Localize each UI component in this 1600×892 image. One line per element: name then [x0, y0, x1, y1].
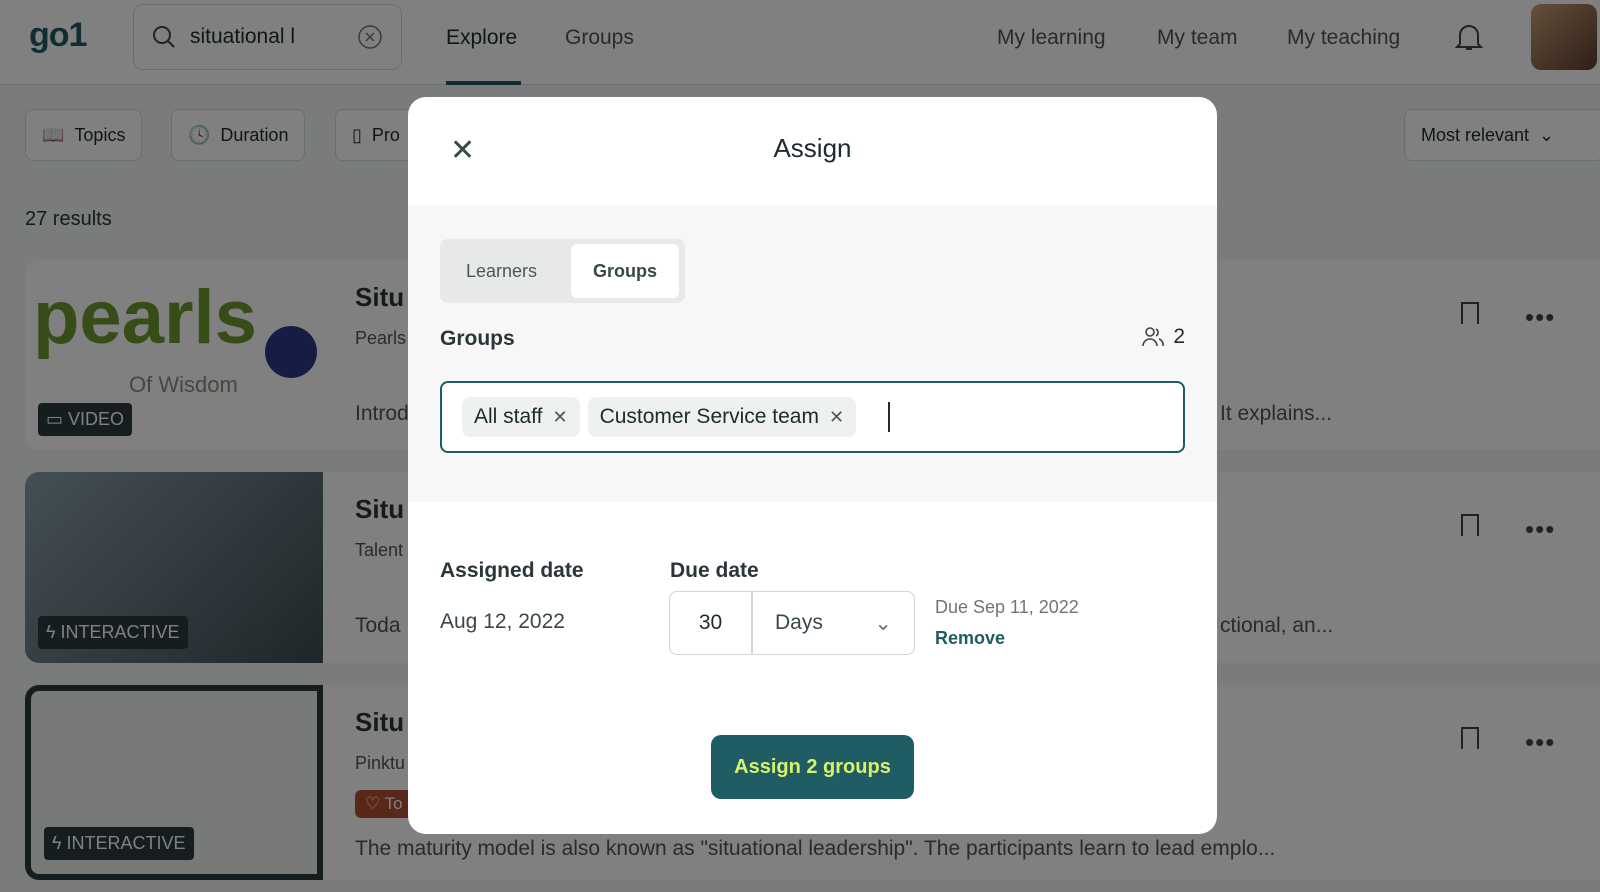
user-avatar[interactable]	[1531, 4, 1597, 70]
group-chip: All staff ✕	[462, 397, 580, 437]
due-unit-value: Days	[775, 611, 823, 634]
badge-label: INTERACTIVE	[60, 622, 180, 642]
sort-label: Most relevant	[1421, 124, 1530, 145]
course-provider: Talent	[355, 540, 404, 560]
course-thumbnail: ϟ INTERACTIVE	[25, 685, 323, 880]
course-tag: ♡ To	[355, 790, 413, 818]
groups-count: 2	[1141, 325, 1185, 349]
book-icon: 📖	[42, 124, 65, 145]
tab-groups[interactable]: Groups	[571, 244, 680, 298]
interactive-badge: ϟ INTERACTIVE	[44, 827, 194, 860]
bookmark-icon[interactable]	[1461, 514, 1479, 536]
course-provider: Pinktu	[355, 753, 406, 773]
more-options-icon[interactable]: •••	[1525, 727, 1555, 758]
users-icon	[1142, 327, 1165, 347]
search-icon	[153, 26, 175, 48]
lightning-icon: ϟ	[46, 622, 61, 642]
group-chip: Customer Service team ✕	[587, 397, 857, 437]
logo-sphere	[265, 326, 317, 378]
bookmark-icon[interactable]	[1461, 727, 1479, 749]
active-tab-indicator	[446, 81, 521, 85]
bell-icon[interactable]	[1455, 22, 1483, 52]
video-badge: ▭ VIDEO	[38, 403, 133, 436]
course-desc: The maturity model is also known as "sit…	[355, 837, 1276, 860]
top-header: go1 situational l Explore Groups My lear…	[0, 0, 1600, 85]
filter-duration[interactable]: 🕓 Duration	[171, 109, 306, 161]
search-box[interactable]: situational l	[133, 4, 402, 70]
due-date-label: Due date	[670, 559, 759, 582]
course-desc-end: It explains...	[1220, 402, 1333, 425]
clear-search-icon[interactable]	[357, 24, 383, 50]
count-value: 2	[1173, 325, 1185, 348]
pearls-logo-subtitle: Of Wisdom	[129, 372, 238, 397]
course-title[interactable]: Situ	[355, 282, 404, 313]
filter-topics[interactable]: 📖 Topics	[25, 109, 143, 161]
assigned-date-value: Aug 12, 2022	[440, 610, 565, 633]
due-unit-select[interactable]: Days ⌄	[753, 592, 914, 654]
remove-chip-icon[interactable]: ✕	[829, 407, 844, 428]
assign-type-toggle: Learners Groups	[440, 239, 685, 303]
search-input[interactable]: situational l	[190, 25, 343, 49]
nav-my-learning[interactable]: My learning	[997, 26, 1106, 50]
pearls-logo-text: pearls	[33, 275, 257, 360]
lightning-icon: ϟ	[52, 833, 67, 853]
sort-dropdown[interactable]: Most relevant ⌄	[1404, 109, 1600, 161]
interactive-badge: ϟ INTERACTIVE	[38, 616, 188, 649]
due-date-text: Due Sep 11, 2022	[935, 597, 1079, 617]
bookmark-icon[interactable]	[1461, 302, 1479, 324]
remove-chip-icon[interactable]: ✕	[552, 407, 567, 428]
course-thumbnail: ϟ INTERACTIVE	[25, 472, 323, 663]
tab-learners[interactable]: Learners	[444, 244, 559, 298]
course-title[interactable]: Situ	[355, 494, 404, 525]
course-desc-end: ctional, an...	[1220, 614, 1334, 637]
text-cursor	[888, 402, 891, 432]
course-title[interactable]: Situ	[355, 707, 404, 738]
filter-label: Duration	[220, 124, 289, 145]
heart-icon: ♡	[365, 794, 385, 813]
filter-label: Topics	[74, 124, 126, 145]
provider-icon: ▯	[352, 124, 362, 145]
groups-input[interactable]: All staff ✕ Customer Service team ✕	[440, 381, 1185, 453]
clock-icon: 🕓	[188, 124, 211, 145]
chip-label: All staff	[474, 405, 543, 428]
nav-my-team[interactable]: My team	[1157, 26, 1238, 50]
chevron-down-icon: ⌄	[1539, 124, 1555, 145]
more-options-icon[interactable]: •••	[1525, 302, 1555, 333]
tag-label: To	[384, 794, 403, 813]
filter-label: Pro	[371, 124, 400, 145]
badge-label: VIDEO	[68, 409, 125, 429]
course-thumbnail: pearls Of Wisdom ▭ VIDEO	[25, 260, 323, 450]
assigned-date-label: Assigned date	[440, 559, 584, 582]
modal-title: Assign	[773, 133, 852, 163]
assign-modal: ✕ Assign Learners Groups Groups 2 All st…	[408, 97, 1217, 834]
assign-groups-button[interactable]: Assign 2 groups	[711, 735, 914, 799]
nav-my-teaching[interactable]: My teaching	[1287, 26, 1400, 50]
due-amount-input[interactable]: 30	[670, 592, 753, 654]
results-count: 27 results	[25, 208, 112, 230]
course-desc: Introd	[355, 402, 409, 425]
chevron-down-icon: ⌄	[874, 611, 892, 635]
chip-label: Customer Service team	[599, 405, 819, 428]
badge-label: INTERACTIVE	[66, 833, 186, 853]
course-provider: Pearls	[355, 328, 407, 348]
nav-explore[interactable]: Explore	[446, 26, 517, 50]
more-options-icon[interactable]: •••	[1525, 514, 1555, 545]
remove-due-date-link[interactable]: Remove	[935, 628, 1005, 649]
due-date-input-group: 30 Days ⌄	[669, 591, 915, 655]
groups-label: Groups	[440, 327, 515, 350]
video-icon: ▭	[46, 409, 69, 429]
go1-logo[interactable]: go1	[29, 16, 87, 55]
course-desc: Toda	[355, 614, 401, 637]
nav-groups[interactable]: Groups	[565, 26, 634, 50]
